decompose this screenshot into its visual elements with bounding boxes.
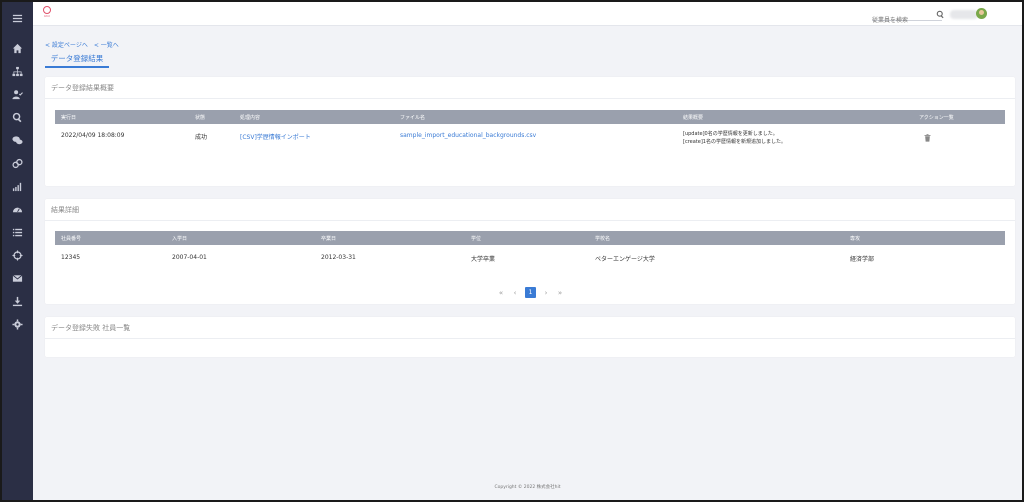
col-major: 専攻: [850, 236, 861, 242]
list-icon[interactable]: [2, 221, 33, 243]
table-row: 12345 2007-04-01 2012-03-31 大学卒業 ベターエンゲー…: [55, 247, 1005, 271]
col-status: 状態: [195, 115, 206, 121]
result-line-update: [update]0名の学歴情報を更新しました。: [683, 131, 778, 137]
chat-icon[interactable]: [2, 129, 33, 151]
search-icon[interactable]: [936, 10, 945, 19]
table-row: 2022/04/09 18:08:09 成功 [CSV]学歴情報インポート sa…: [55, 126, 1005, 150]
home-icon[interactable]: [2, 37, 33, 59]
col-enroll-date: 入学日: [172, 236, 188, 242]
detail-card: 結果詳細 社員番号 入学日 卒業日 学位 学校名 専攻 12345 2007-0…: [45, 199, 1015, 304]
col-degree: 学位: [471, 236, 482, 242]
summary-card: データ登録結果概要 実行日 状態 処理内容 ファイル名 結果概要 アクション一覧…: [45, 77, 1015, 186]
breadcrumb: < 設定ページへ < 一覧へ: [45, 40, 119, 49]
file-link[interactable]: sample_import_educational_backgrounds.cs…: [400, 132, 536, 139]
col-actions: アクション一覧: [919, 115, 954, 121]
user-check-icon[interactable]: [2, 83, 33, 105]
logo-mark: [43, 6, 51, 14]
user-name-blurred[interactable]: [950, 10, 978, 19]
summary-title: データ登録結果概要: [45, 77, 1015, 99]
last-page-button[interactable]: »: [556, 289, 564, 297]
major: 経済学部: [850, 256, 875, 263]
school-name: ベターエンゲージ大学: [595, 256, 655, 263]
process-link[interactable]: [CSV]学歴情報インポート: [240, 132, 311, 141]
logo-text: bhil: [44, 14, 50, 18]
app-window: bhil < 設定ページへ < 一覧へ データ登録結果 データ登録結果概要 実行…: [0, 0, 1024, 502]
current-page-button[interactable]: 1: [525, 287, 536, 298]
trash-icon[interactable]: [924, 134, 931, 142]
status-text: 成功: [195, 134, 208, 141]
sidebar: [2, 2, 33, 500]
avatar[interactable]: [976, 8, 987, 19]
gear-icon[interactable]: [2, 313, 33, 335]
back-to-settings-link[interactable]: < 設定ページへ: [45, 40, 88, 49]
employee-search-field: [872, 7, 942, 27]
first-page-button[interactable]: «: [497, 289, 505, 297]
detail-title: 結果詳細: [45, 199, 1015, 221]
col-exec-date: 実行日: [61, 115, 77, 121]
back-to-list-link[interactable]: < 一覧へ: [94, 40, 119, 49]
link-icon[interactable]: [2, 152, 33, 174]
employee-no: 12345: [61, 254, 81, 261]
failed-card: データ登録失敗 社員一覧: [45, 317, 1015, 357]
tab-data-registration-result[interactable]: データ登録結果: [45, 53, 109, 68]
menu-icon[interactable]: [2, 7, 33, 29]
col-employee-no: 社員番号: [61, 236, 82, 242]
enroll-date: 2007-04-01: [172, 254, 207, 261]
org-chart-icon[interactable]: [2, 60, 33, 82]
col-file: ファイル名: [400, 115, 426, 121]
bar-chart-icon[interactable]: [2, 175, 33, 197]
summary-table-header: 実行日 状態 処理内容 ファイル名 結果概要 アクション一覧: [55, 110, 1005, 124]
next-page-button[interactable]: ›: [542, 289, 550, 297]
exec-date: 2022/04/09 18:08:09: [61, 132, 125, 139]
col-grad-date: 卒業日: [321, 236, 337, 242]
failed-title: データ登録失敗 社員一覧: [45, 317, 1015, 339]
footer-copyright: Copyright © 2022 株式会社hit: [494, 485, 561, 490]
grad-date: 2012-03-31: [321, 254, 356, 261]
col-process: 処理内容: [240, 115, 261, 121]
col-result: 結果概要: [683, 115, 704, 121]
col-school: 学校名: [595, 236, 611, 242]
result-line-create: [create]1名の学歴情報を新規追加しました。: [683, 139, 786, 145]
employee-search-input[interactable]: [872, 14, 942, 27]
detail-table-header: 社員番号 入学日 卒業日 学位 学校名 専攻: [55, 231, 1005, 245]
target-icon[interactable]: [2, 244, 33, 266]
prev-page-button[interactable]: ‹: [511, 289, 519, 297]
pagination: « ‹ 1 › »: [497, 287, 564, 298]
company-logo[interactable]: bhil: [41, 6, 53, 22]
degree: 大学卒業: [471, 256, 496, 263]
mail-icon[interactable]: [2, 267, 33, 289]
download-icon[interactable]: [2, 290, 33, 312]
search-icon[interactable]: [2, 106, 33, 128]
dashboard-icon[interactable]: [2, 198, 33, 220]
